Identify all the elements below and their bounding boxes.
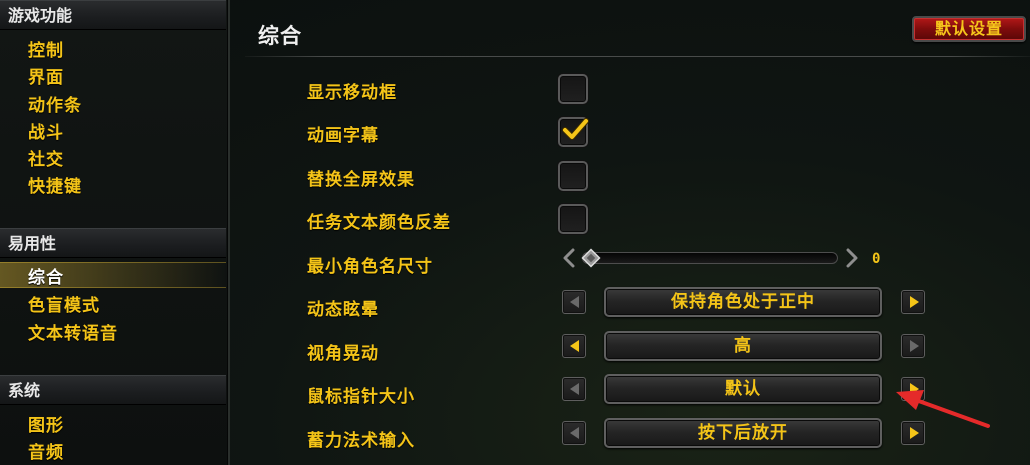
sidebar-item-general[interactable]: 综合 [28,263,64,288]
triangle-right-icon [910,340,919,352]
sidebar-item-audio[interactable]: 音频 [28,438,64,463]
sidebar-item-social[interactable]: 社交 [28,145,64,170]
default-settings-button[interactable]: 默认设置 [912,16,1026,42]
selector-prev-button-camera-shake[interactable] [562,334,586,358]
selector-value-motion-sickness[interactable]: 保持角色处于正中 [604,287,882,317]
checkbox-quest-text-contrast[interactable] [558,204,588,234]
slider-thumb[interactable] [581,248,601,268]
page-title: 综合 [258,24,302,48]
selector-next-button-empower-spell-input[interactable] [901,421,925,445]
triangle-left-icon [570,296,579,308]
triangle-left-icon [570,383,579,395]
triangle-right-icon [910,427,919,439]
option-label-empower-spell-input: 蓄力法术输入 [307,431,415,451]
category-header-accessibility: 易用性 [0,228,226,258]
selector-prev-button-empower-spell-input[interactable] [562,421,586,445]
checkbox-animated-subtitles[interactable] [558,117,589,147]
triangle-right-icon [910,296,919,308]
sidebar-item-combat[interactable]: 战斗 [28,118,64,143]
selector-value-empower-spell-input[interactable]: 按下后放开 [604,418,882,448]
slider-value: 0 [872,251,881,267]
slider-decrease-icon[interactable] [562,248,576,268]
selector-value-camera-shake[interactable]: 高 [604,331,882,361]
slider-track-min-character-name-size[interactable] [582,252,838,264]
triangle-left-icon [570,340,579,352]
selector-next-button-motion-sickness[interactable] [901,290,925,314]
category-header-system: 系统 [0,375,226,405]
category-header-gameplay: 游戏功能 [0,0,226,30]
checkbox-replace-fullscreen-effects[interactable] [558,161,588,191]
option-label-min-character-name-size: 最小角色名尺寸 [307,257,433,277]
triangle-left-icon [570,427,579,439]
option-label-replace-fullscreen-effects: 替换全屏效果 [307,170,415,190]
settings-sidebar: 游戏功能 控制 界面 动作条 战斗 社交 快捷键 易用性 综合 色盲模式 文本转… [0,0,230,465]
checkbox-show-move-pad[interactable] [558,74,588,104]
selector-next-button-camera-shake[interactable] [901,334,925,358]
option-label-cursor-size: 鼠标指针大小 [307,387,415,407]
selector-prev-button-motion-sickness[interactable] [562,290,586,314]
option-label-quest-text-contrast: 任务文本颜色反差 [307,213,451,233]
option-label-motion-sickness: 动态眩晕 [307,300,379,320]
selector-next-button-cursor-size[interactable] [901,377,925,401]
sidebar-item-colorblind-mode[interactable]: 色盲模式 [28,291,100,316]
checkmark-icon [562,118,589,140]
option-label-animated-subtitles: 动画字幕 [307,126,379,146]
sidebar-item-controls[interactable]: 控制 [28,36,64,61]
sidebar-item-action-bars[interactable]: 动作条 [28,91,82,116]
selector-value-cursor-size[interactable]: 默认 [604,374,882,404]
option-label-camera-shake: 视角晃动 [307,344,379,364]
sidebar-item-text-to-speech[interactable]: 文本转语音 [28,319,118,344]
option-label-show-move-pad: 显示移动框 [307,83,397,103]
slider-increase-icon[interactable] [845,248,859,268]
selector-prev-button-cursor-size[interactable] [562,377,586,401]
sidebar-item-keybindings[interactable]: 快捷键 [28,172,82,197]
sidebar-item-graphics[interactable]: 图形 [28,411,64,436]
sidebar-item-interface[interactable]: 界面 [28,63,64,88]
title-divider [245,56,1030,57]
triangle-right-icon [910,383,919,395]
